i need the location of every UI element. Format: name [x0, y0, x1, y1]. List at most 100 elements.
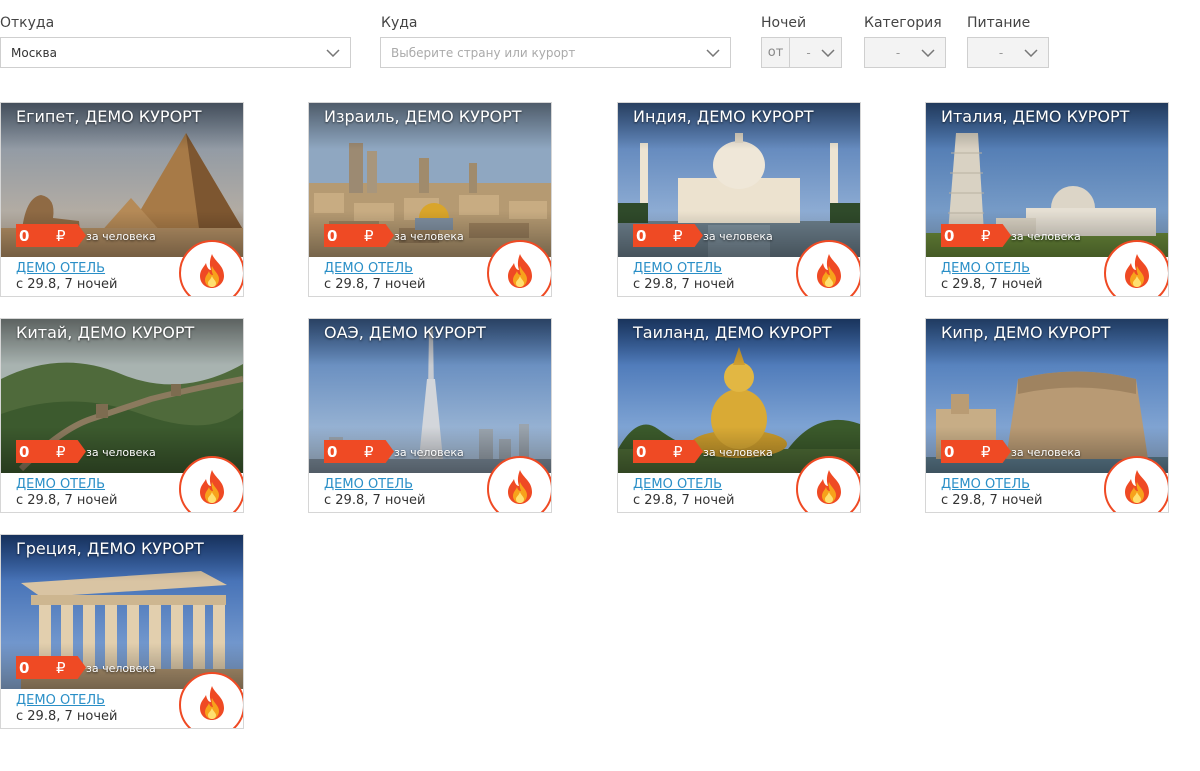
- price-tag: 0 ₽: [16, 440, 86, 463]
- hotel-link[interactable]: ДЕМО ОТЕЛЬ: [941, 261, 1030, 276]
- meal-select-value: -: [998, 45, 1004, 60]
- per-person-label: за человека: [1011, 230, 1081, 243]
- nights-select-value: -: [806, 45, 811, 60]
- chevron-down-icon: [921, 46, 935, 60]
- price-tag: 0 ₽: [324, 440, 394, 463]
- chevron-down-icon: [821, 46, 835, 60]
- hotel-link[interactable]: ДЕМО ОТЕЛЬ: [16, 477, 105, 492]
- price-value: 0: [327, 226, 338, 245]
- ruble-icon: ₽: [56, 442, 66, 461]
- tour-card[interactable]: Таиланд, ДЕМО КУРОРТ 0 ₽ за человека ДЕМ…: [617, 318, 861, 513]
- from-select[interactable]: Москва: [0, 37, 351, 68]
- to-select[interactable]: Выберите страну или курорт: [380, 37, 731, 68]
- flame-icon: [179, 240, 243, 296]
- ruble-icon: ₽: [981, 226, 991, 245]
- hotel-link[interactable]: ДЕМО ОТЕЛЬ: [324, 477, 413, 492]
- per-person-label: за человека: [86, 446, 156, 459]
- price-value: 0: [944, 226, 955, 245]
- hotel-link[interactable]: ДЕМО ОТЕЛЬ: [16, 693, 105, 708]
- ruble-icon: ₽: [673, 226, 683, 245]
- tour-card[interactable]: Израиль, ДЕМО КУРОРТ 0 ₽ за человека ДЕМ…: [308, 102, 552, 297]
- tour-dates: с 29.8, 7 ночей: [633, 277, 735, 292]
- from-select-value: Москва: [11, 45, 57, 60]
- hotel-link[interactable]: ДЕМО ОТЕЛЬ: [633, 261, 722, 276]
- tour-dates: с 29.8, 7 ночей: [633, 493, 735, 508]
- flame-icon: [179, 672, 243, 728]
- tour-title: ОАЭ, ДЕМО КУРОРТ: [324, 323, 486, 342]
- tour-card[interactable]: Индия, ДЕМО КУРОРТ 0 ₽ за человека ДЕМО …: [617, 102, 861, 297]
- hotel-link[interactable]: ДЕМО ОТЕЛЬ: [324, 261, 413, 276]
- hotel-link[interactable]: ДЕМО ОТЕЛЬ: [941, 477, 1030, 492]
- ruble-icon: ₽: [981, 442, 991, 461]
- chevron-down-icon: [1024, 46, 1038, 60]
- tour-dates: с 29.8, 7 ночей: [16, 277, 118, 292]
- tour-card[interactable]: Греция, ДЕМО КУРОРТ 0 ₽ за человека ДЕМО…: [0, 534, 244, 729]
- tour-title: Израиль, ДЕМО КУРОРТ: [324, 107, 522, 126]
- chevron-down-icon: [706, 46, 720, 60]
- tour-dates: с 29.8, 7 ночей: [324, 493, 426, 508]
- tour-title: Кипр, ДЕМО КУРОРТ: [941, 323, 1111, 342]
- ruble-icon: ₽: [673, 442, 683, 461]
- category-select[interactable]: -: [864, 37, 946, 68]
- filter-meal-label: Питание: [967, 15, 1031, 31]
- tour-dates: с 29.8, 7 ночей: [941, 493, 1043, 508]
- ruble-icon: ₽: [56, 226, 66, 245]
- price-value: 0: [636, 226, 647, 245]
- price-tag: 0 ₽: [633, 440, 703, 463]
- flame-icon: [796, 456, 860, 512]
- tour-card[interactable]: Кипр, ДЕМО КУРОРТ 0 ₽ за человека ДЕМО О…: [925, 318, 1169, 513]
- price-tag: 0 ₽: [633, 224, 703, 247]
- tour-dates: с 29.8, 7 ночей: [324, 277, 426, 292]
- per-person-label: за человека: [703, 230, 773, 243]
- filter-from-label: Откуда: [0, 15, 55, 31]
- tour-dates: с 29.8, 7 ночей: [16, 709, 118, 724]
- price-tag: 0 ₽: [16, 224, 86, 247]
- tour-card[interactable]: Египет, ДЕМО КУРОРТ 0 ₽ за человека ДЕМО…: [0, 102, 244, 297]
- ruble-icon: ₽: [364, 226, 374, 245]
- flame-icon: [179, 456, 243, 512]
- nights-select[interactable]: -: [789, 37, 842, 68]
- price-value: 0: [19, 442, 30, 461]
- meal-select[interactable]: -: [967, 37, 1049, 68]
- tour-title: Таиланд, ДЕМО КУРОРТ: [633, 323, 832, 342]
- price-value: 0: [19, 658, 30, 677]
- tour-title: Индия, ДЕМО КУРОРТ: [633, 107, 814, 126]
- to-select-placeholder: Выберите страну или курорт: [391, 45, 576, 60]
- per-person-label: за человека: [86, 662, 156, 675]
- hotel-link[interactable]: ДЕМО ОТЕЛЬ: [633, 477, 722, 492]
- chevron-down-icon: [326, 46, 340, 60]
- filter-to-label: Куда: [381, 15, 418, 31]
- per-person-label: за человека: [1011, 446, 1081, 459]
- tour-title: Египет, ДЕМО КУРОРТ: [16, 107, 202, 126]
- price-tag: 0 ₽: [16, 656, 86, 679]
- tour-card[interactable]: Италия, ДЕМО КУРОРТ 0 ₽ за человека ДЕМО…: [925, 102, 1169, 297]
- tour-title: Греция, ДЕМО КУРОРТ: [16, 539, 204, 558]
- flame-icon: [1104, 456, 1168, 512]
- tour-title: Китай, ДЕМО КУРОРТ: [16, 323, 195, 342]
- price-value: 0: [19, 226, 30, 245]
- tour-card[interactable]: Китай, ДЕМО КУРОРТ 0 ₽ за человека ДЕМО …: [0, 318, 244, 513]
- tour-dates: с 29.8, 7 ночей: [16, 493, 118, 508]
- tour-card[interactable]: ОАЭ, ДЕМО КУРОРТ 0 ₽ за человека ДЕМО ОТ…: [308, 318, 552, 513]
- filter-nights-label: Ночей: [761, 15, 807, 31]
- nights-prefix: от: [761, 37, 790, 68]
- price-tag: 0 ₽: [941, 224, 1011, 247]
- per-person-label: за человека: [394, 446, 464, 459]
- price-tag: 0 ₽: [941, 440, 1011, 463]
- category-select-value: -: [895, 45, 901, 60]
- filter-category-label: Категория: [864, 15, 942, 31]
- flame-icon: [487, 456, 551, 512]
- price-value: 0: [944, 442, 955, 461]
- flame-icon: [796, 240, 860, 296]
- price-tag: 0 ₽: [324, 224, 394, 247]
- price-value: 0: [636, 442, 647, 461]
- per-person-label: за человека: [394, 230, 464, 243]
- per-person-label: за человека: [86, 230, 156, 243]
- ruble-icon: ₽: [364, 442, 374, 461]
- hotel-link[interactable]: ДЕМО ОТЕЛЬ: [16, 261, 105, 276]
- flame-icon: [1104, 240, 1168, 296]
- price-value: 0: [327, 442, 338, 461]
- per-person-label: за человека: [703, 446, 773, 459]
- tour-dates: с 29.8, 7 ночей: [941, 277, 1043, 292]
- ruble-icon: ₽: [56, 658, 66, 677]
